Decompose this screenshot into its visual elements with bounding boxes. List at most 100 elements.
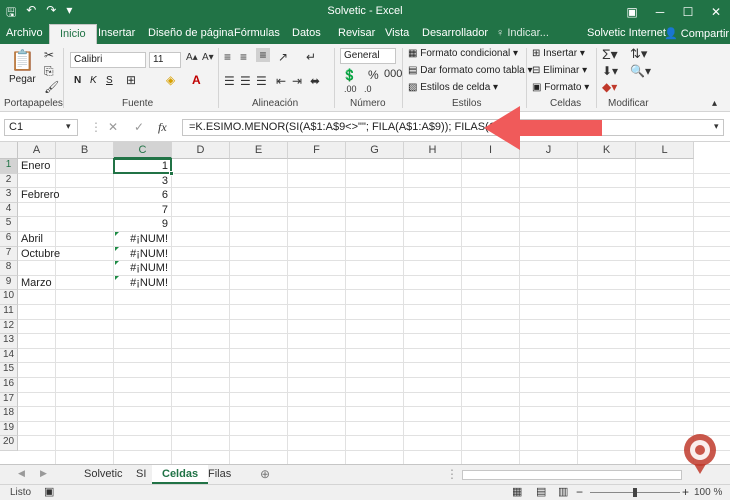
zoom-in-icon[interactable]: + — [682, 485, 689, 499]
horizontal-scrollbar[interactable] — [462, 470, 682, 480]
cut-icon[interactable]: ✂ — [44, 48, 54, 62]
row-header-5[interactable]: 5 — [0, 217, 18, 232]
expand-formula-icon[interactable]: ▾ — [714, 121, 719, 132]
format-painter-icon[interactable]: 🖌 — [44, 80, 59, 94]
row-header-20[interactable]: 20 — [0, 436, 18, 451]
cell-c7[interactable]: #¡NUM! — [114, 247, 168, 261]
next-sheet-icon[interactable]: ▶ — [40, 468, 47, 479]
percent-icon[interactable]: % — [368, 68, 379, 82]
tab-split-icon[interactable]: ⋮ — [446, 467, 458, 481]
tell-me-search[interactable]: ♀ Indicar... — [496, 27, 549, 39]
active-cell-selection[interactable] — [113, 158, 172, 174]
column-header-c[interactable]: C — [114, 142, 172, 159]
wrap-text-icon[interactable]: ↵ — [306, 50, 316, 64]
autosum-icon[interactable]: Σ▾ — [602, 46, 618, 63]
row-header-4[interactable]: 4 — [0, 202, 18, 218]
row-header-10[interactable]: 10 — [0, 290, 18, 305]
paste-button[interactable]: Pegar — [9, 74, 36, 85]
number-format-combo[interactable]: General — [340, 48, 396, 64]
fill-handle[interactable] — [169, 170, 174, 176]
name-box-dropdown-icon[interactable]: ▾ — [66, 121, 71, 132]
column-header-d[interactable]: D — [172, 142, 230, 159]
tab-datos[interactable]: Datos — [292, 27, 321, 39]
sheet-tab-filas[interactable]: Filas — [198, 465, 241, 484]
cell-a3[interactable]: Febrero — [21, 188, 60, 202]
cell-a7[interactable]: Octubre — [21, 247, 60, 261]
tab-archivo[interactable]: Archivo — [6, 27, 43, 39]
paste-icon[interactable]: 📋 — [10, 48, 35, 73]
font-color-icon[interactable]: A — [192, 73, 201, 87]
row-header-15[interactable]: 15 — [0, 363, 18, 378]
ribbon-display-icon[interactable]: ▣ — [618, 0, 646, 24]
cell-c8[interactable]: #¡NUM! — [114, 261, 168, 275]
row-header-11[interactable]: 11 — [0, 305, 18, 320]
insert-cells-button[interactable]: ⊞ Insertar ▾ — [532, 48, 585, 59]
sort-filter-icon[interactable]: ⇅▾ — [630, 46, 647, 62]
row-header-19[interactable]: 19 — [0, 421, 18, 437]
decrease-decimal-icon[interactable]: .0 — [364, 84, 372, 94]
increase-decimal-icon[interactable]: .00 — [344, 84, 357, 94]
row-header-17[interactable]: 17 — [0, 392, 18, 408]
error-indicator-icon[interactable] — [115, 246, 119, 251]
enter-icon[interactable]: ✓ — [134, 120, 144, 134]
align-left-icon[interactable]: ☰ — [224, 74, 235, 88]
borders-icon[interactable]: ⊞ — [126, 73, 136, 87]
merge-center-icon[interactable]: ⬌ — [310, 74, 320, 88]
row-header-8[interactable]: 8 — [0, 261, 18, 276]
error-indicator-icon[interactable] — [115, 275, 119, 280]
column-header-g[interactable]: G — [346, 142, 404, 159]
delete-cells-button[interactable]: ⊟ Eliminar ▾ — [532, 65, 587, 76]
clear-icon[interactable]: ◆▾ — [602, 80, 617, 94]
row-header-14[interactable]: 14 — [0, 348, 18, 364]
tab-revisar[interactable]: Revisar — [338, 27, 375, 39]
insert-function-icon[interactable]: fx — [158, 120, 167, 135]
increase-indent-icon[interactable]: ⇥ — [292, 74, 302, 88]
column-header-f[interactable]: F — [288, 142, 346, 159]
column-header-h[interactable]: H — [404, 142, 462, 159]
row-header-16[interactable]: 16 — [0, 378, 18, 393]
font-size-combo[interactable]: 11 — [149, 52, 181, 68]
cell-a6[interactable]: Abril — [21, 232, 43, 246]
row-header-6[interactable]: 6 — [0, 232, 18, 247]
orientation-icon[interactable]: ↗ — [278, 50, 288, 64]
column-header-a[interactable]: A — [18, 142, 56, 159]
align-middle-icon[interactable]: ≡ — [240, 50, 247, 64]
row-header-7[interactable]: 7 — [0, 246, 18, 262]
page-layout-icon[interactable]: ▤ — [536, 485, 546, 498]
share-button[interactable]: 👤 Compartir — [664, 27, 729, 40]
cell-a9[interactable]: Marzo — [21, 276, 52, 290]
error-indicator-icon[interactable] — [115, 261, 119, 266]
normal-view-icon[interactable]: ▦ — [512, 485, 522, 498]
tab-insertar[interactable]: Insertar — [98, 27, 135, 39]
zoom-slider-thumb[interactable] — [633, 488, 637, 497]
tab-inicio[interactable]: Inicio — [49, 24, 97, 44]
cell-c2[interactable]: 3 — [114, 174, 168, 188]
cell-c4[interactable]: 7 — [114, 203, 168, 217]
accounting-icon[interactable]: 💲 — [342, 68, 357, 82]
column-header-e[interactable]: E — [230, 142, 288, 159]
column-header-l[interactable]: L — [636, 142, 694, 159]
new-sheet-icon[interactable]: ⊕ — [260, 467, 270, 481]
row-header-18[interactable]: 18 — [0, 407, 18, 422]
font-name-combo[interactable]: Calibri — [70, 52, 146, 68]
row-header-12[interactable]: 12 — [0, 319, 18, 335]
align-bottom-icon[interactable]: ≡ — [256, 48, 270, 62]
minimize-button[interactable]: ─ — [646, 0, 674, 24]
account-name[interactable]: Solvetic Internet — [587, 27, 666, 39]
format-cells-button[interactable]: ▣ Formato ▾ — [532, 82, 589, 93]
maximize-button[interactable]: ☐ — [674, 0, 702, 24]
cancel-icon[interactable]: ✕ — [108, 120, 118, 134]
row-header-2[interactable]: 2 — [0, 173, 18, 189]
close-button[interactable]: ✕ — [702, 0, 730, 24]
bold-button[interactable]: N — [74, 75, 81, 86]
italic-button[interactable]: K — [90, 75, 97, 86]
copy-icon[interactable]: ⎘ — [44, 64, 54, 79]
align-right-icon[interactable]: ☰ — [256, 74, 267, 88]
column-header-b[interactable]: B — [56, 142, 114, 159]
prev-sheet-icon[interactable]: ◀ — [18, 468, 25, 479]
row-header-3[interactable]: 3 — [0, 188, 18, 203]
error-indicator-icon[interactable] — [115, 232, 119, 236]
tab-vista[interactable]: Vista — [385, 27, 409, 39]
find-select-icon[interactable]: 🔍▾ — [630, 64, 651, 78]
underline-button[interactable]: S — [106, 75, 113, 86]
